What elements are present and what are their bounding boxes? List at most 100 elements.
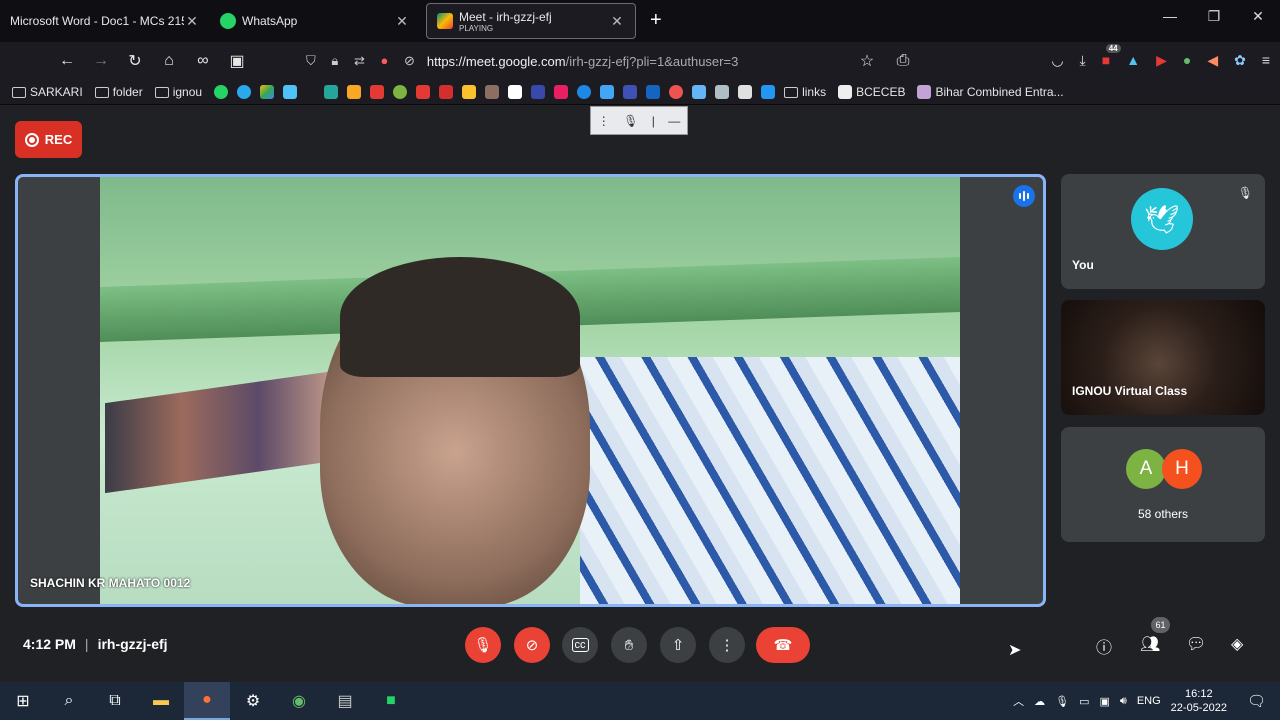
amazon-bookmark-icon[interactable] — [508, 85, 523, 99]
recording-indicator[interactable]: REC — [15, 121, 82, 158]
site-bookmark-icon[interactable] — [531, 85, 546, 99]
print-icon[interactable]: ⎙ — [886, 52, 920, 70]
chat-icon[interactable]: 💬︎ — [1186, 634, 1206, 654]
tile-you[interactable]: 🕊︎ 🎙︎ You — [1061, 174, 1265, 289]
pocket-icon[interactable]: ◡ — [1051, 52, 1063, 69]
whatsapp-bookmark-icon[interactable] — [214, 85, 229, 99]
lock-icon[interactable]: 🔒︎ — [331, 53, 338, 68]
extension-badge-icon[interactable]: ■ 44 — [1102, 44, 1121, 69]
google-bookmark-icon[interactable] — [347, 85, 362, 99]
microphone-icon[interactable]: 🎙︎ — [623, 114, 638, 128]
outlook-bookmark-icon[interactable] — [646, 85, 661, 99]
chrome-extension-icon[interactable]: ● — [1183, 52, 1191, 69]
windows-start-icon[interactable]: ⊞ — [0, 682, 46, 720]
megaphone-extension-icon[interactable]: ◀ — [1207, 52, 1218, 69]
search-icon[interactable]: ⌕ — [46, 682, 92, 720]
site-bookmark-icon[interactable] — [623, 85, 638, 99]
bookmark-folder-sarkari[interactable]: SARKARI — [12, 85, 83, 99]
mic-toggle-button[interactable]: 🎙︎ — [465, 627, 501, 663]
infinity-icon[interactable]: ∞ — [186, 52, 220, 70]
close-icon[interactable]: ✕ — [609, 13, 625, 30]
bookmark-folder-folder[interactable]: folder — [94, 85, 143, 99]
leave-call-button[interactable]: ☎︎ — [756, 627, 810, 663]
minimize-icon[interactable]: — — [1148, 8, 1192, 25]
shield-icon[interactable]: ⛉ — [306, 53, 316, 68]
ghost-extension-icon[interactable]: ▲ — [1126, 52, 1140, 69]
forward-icon[interactable]: → — [84, 52, 118, 70]
drag-handle-icon[interactable]: ⋮ — [598, 114, 610, 128]
permissions-icon[interactable]: ⇄ — [354, 53, 365, 68]
site-bookmark-icon[interactable] — [554, 85, 569, 99]
volume-icon[interactable]: 🔊︎ — [1120, 695, 1127, 708]
site-bookmark-icon[interactable] — [715, 85, 730, 99]
site-bookmark-icon[interactable] — [577, 85, 592, 99]
bookmark-folder-links[interactable]: links — [784, 85, 826, 99]
tile-ignou[interactable]: IGNOU Virtual Class — [1061, 300, 1265, 415]
activities-icon[interactable]: ◈ — [1231, 634, 1243, 654]
network-icon[interactable]: ▣ — [1099, 695, 1109, 708]
new-tab-button[interactable]: + — [650, 9, 662, 32]
site-bookmark-icon[interactable] — [393, 85, 408, 99]
file-explorer-icon[interactable]: ▬ — [138, 682, 184, 720]
tile-others[interactable]: A H 58 others — [1061, 427, 1265, 542]
present-button[interactable]: ⇧ — [660, 627, 696, 663]
close-icon[interactable]: ✕ — [394, 13, 410, 30]
people-icon[interactable]: 👥︎ — [1140, 634, 1160, 654]
site-bookmark-icon[interactable] — [738, 85, 753, 99]
drive-bookmark-icon[interactable] — [260, 85, 275, 99]
cloud-icon[interactable]: ☁ — [1034, 695, 1045, 708]
site-bookmark-icon[interactable] — [324, 85, 339, 99]
youtube-extension-icon[interactable]: ▶ — [1156, 52, 1167, 69]
close-icon[interactable]: ✕ — [184, 13, 200, 30]
tab-meet[interactable]: Meet - irh-gzzj-efj PLAYING ✕ — [426, 3, 636, 39]
language-indicator[interactable]: ENG — [1137, 695, 1161, 707]
raise-hand-button[interactable]: ✋︎ — [611, 627, 647, 663]
whatsapp-desktop-icon[interactable]: ■ — [368, 682, 414, 720]
bookmark-bihar-combined[interactable]: Bihar Combined Entra... — [917, 85, 1064, 99]
camera-toggle-button[interactable]: ⊘ — [514, 627, 550, 663]
tray-chevron-up-icon[interactable]: ︿ — [1013, 693, 1024, 709]
site-bookmark-icon[interactable] — [416, 85, 431, 99]
site-bookmark-icon[interactable] — [600, 85, 615, 99]
camera-blocked-icon[interactable]: ⊘ — [404, 53, 415, 68]
battery-icon[interactable]: ▭ — [1079, 695, 1089, 708]
notifications-icon[interactable]: 🗨︎ — [1247, 692, 1266, 710]
extension-icon[interactable]: ▣ — [220, 51, 254, 71]
more-options-button[interactable]: ⋮ — [709, 627, 745, 663]
app-icon[interactable]: ▤ — [322, 682, 368, 720]
microphone-icon[interactable]: ● — [380, 53, 388, 68]
site-bookmark-icon[interactable] — [283, 85, 298, 99]
telegram-bookmark-icon[interactable] — [237, 85, 252, 99]
meeting-details-icon[interactable]: ⓘ — [1096, 634, 1112, 658]
bookmark-bceceb[interactable]: BCECEB — [838, 85, 905, 99]
close-window-icon[interactable]: ✕ — [1236, 8, 1280, 25]
bookmark-star-icon[interactable]: ☆ — [850, 51, 884, 71]
chrome-icon[interactable]: ◉ — [276, 682, 322, 720]
microphone-icon[interactable]: 🎙︎ — [1055, 695, 1069, 708]
settings-gear-icon[interactable]: ⚙ — [230, 682, 276, 720]
site-bookmark-icon[interactable] — [439, 85, 454, 99]
tab-whatsapp[interactable]: WhatsApp ✕ — [210, 3, 420, 39]
puzzle-extension-icon[interactable]: ✿ — [1234, 52, 1246, 69]
pdf-bookmark-icon[interactable] — [370, 85, 385, 99]
menu-icon[interactable]: ≡ — [1262, 52, 1270, 69]
captions-button[interactable]: cc — [562, 627, 598, 663]
minimize-icon[interactable]: — — [668, 114, 680, 128]
tab-word[interactable]: Microsoft Word - Doc1 - MCs 215.p ✕ — [0, 3, 210, 39]
site-bookmark-icon[interactable] — [692, 85, 707, 99]
site-bookmark-icon[interactable] — [462, 85, 477, 99]
bookmark-folder-ignou[interactable]: ignou — [154, 85, 202, 99]
back-icon[interactable]: ← — [50, 52, 84, 70]
site-bookmark-icon[interactable] — [485, 85, 500, 99]
task-view-icon[interactable]: ⧉ — [92, 682, 138, 720]
url-bar[interactable]: ⛉ 🔒︎ ⇄ ● ⊘ https://meet.google.com/irh-g… — [306, 48, 900, 74]
main-video-tile[interactable]: SHACHIN KR MAHATO 0012 — [15, 174, 1046, 607]
home-icon[interactable]: ⌂ — [152, 52, 186, 70]
site-bookmark-icon[interactable] — [669, 85, 684, 99]
download-icon[interactable]: ⤓ — [1080, 52, 1086, 69]
system-clock[interactable]: 16:12 22-05-2022 — [1171, 687, 1227, 715]
site-bookmark-icon[interactable] — [761, 85, 776, 99]
restore-icon[interactable]: ❐ — [1192, 8, 1236, 25]
reload-icon[interactable]: ↻ — [118, 51, 152, 71]
firefox-icon[interactable]: ● — [184, 682, 230, 720]
